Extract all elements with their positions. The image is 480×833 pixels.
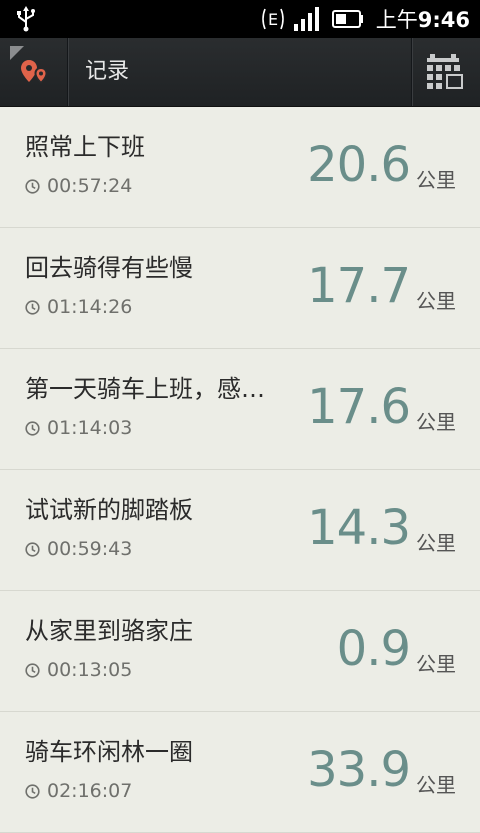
record-distance: 17.7 <box>307 258 411 314</box>
record-duration: 01:14:26 <box>25 296 132 318</box>
network-e-icon: E <box>261 8 284 30</box>
record-name: 骑车环闲林一圈 <box>25 738 193 766</box>
record-row[interactable]: 试试新的脚踏板 00:59:43 14.3 公里 <box>0 470 480 591</box>
duration-text: 00:57:24 <box>47 175 133 197</box>
record-row[interactable]: 第一天骑车上班，感… 01:14:03 17.6 公里 <box>0 349 480 470</box>
record-list: 照常上下班 00:57:24 20.6 公里 回去骑得有些慢 01:14:26 17.7 公里… <box>0 107 480 833</box>
record-duration: 00:59:43 <box>25 538 132 560</box>
duration-text: 01:14:26 <box>47 296 133 318</box>
svg-text:E: E <box>268 10 278 29</box>
record-row[interactable]: 从家里到骆家庄 00:13:05 0.9 公里 <box>0 591 480 712</box>
record-row[interactable]: 回去骑得有些慢 01:14:26 17.7 公里 <box>0 228 480 349</box>
clock-icon <box>25 783 40 799</box>
location-pins-icon[interactable] <box>20 58 50 88</box>
record-name: 回去骑得有些慢 <box>25 254 193 282</box>
clock-icon <box>25 299 40 315</box>
record-distance: 14.3 <box>307 500 411 556</box>
page-title: 记录 <box>85 59 130 84</box>
calendar-button[interactable] <box>412 38 480 106</box>
record-distance: 20.6 <box>307 137 411 193</box>
usb-icon <box>17 6 35 32</box>
header-divider <box>67 38 68 106</box>
calendar-icon <box>427 54 463 89</box>
record-name: 照常上下班 <box>25 133 145 161</box>
record-row[interactable]: 骑车环闲林一圈 02:16:07 33.9 公里 <box>0 712 480 833</box>
duration-text: 00:13:05 <box>47 659 133 681</box>
distance-unit: 公里 <box>416 289 456 313</box>
record-name: 从家里到骆家庄 <box>25 617 193 645</box>
duration-text: 02:16:07 <box>47 780 133 802</box>
battery-icon <box>331 10 363 28</box>
record-duration: 01:14:03 <box>25 417 132 439</box>
clock-icon <box>25 178 40 194</box>
distance-unit: 公里 <box>416 531 456 555</box>
app-bar: 记录 <box>0 38 480 107</box>
record-row[interactable]: 照常上下班 00:57:24 20.6 公里 <box>0 107 480 228</box>
clock-icon <box>25 420 40 436</box>
record-name: 试试新的脚踏板 <box>25 496 193 524</box>
record-name: 第一天骑车上班，感… <box>25 375 265 403</box>
distance-unit: 公里 <box>416 652 456 676</box>
distance-unit: 公里 <box>416 410 456 434</box>
signal-icon <box>293 7 319 31</box>
record-duration: 00:13:05 <box>25 659 132 681</box>
clock: 上午9:46 <box>375 8 470 32</box>
distance-unit: 公里 <box>416 773 456 797</box>
clock-icon <box>25 541 40 557</box>
duration-text: 00:59:43 <box>47 538 133 560</box>
clock-icon <box>25 662 40 678</box>
status-bar: E 上午9:46 <box>0 0 480 38</box>
record-duration: 02:16:07 <box>25 780 132 802</box>
record-duration: 00:57:24 <box>25 175 132 197</box>
duration-text: 01:14:03 <box>47 417 133 439</box>
distance-unit: 公里 <box>416 168 456 192</box>
record-distance: 0.9 <box>336 621 411 677</box>
record-distance: 17.6 <box>307 379 411 435</box>
record-distance: 33.9 <box>307 742 411 798</box>
